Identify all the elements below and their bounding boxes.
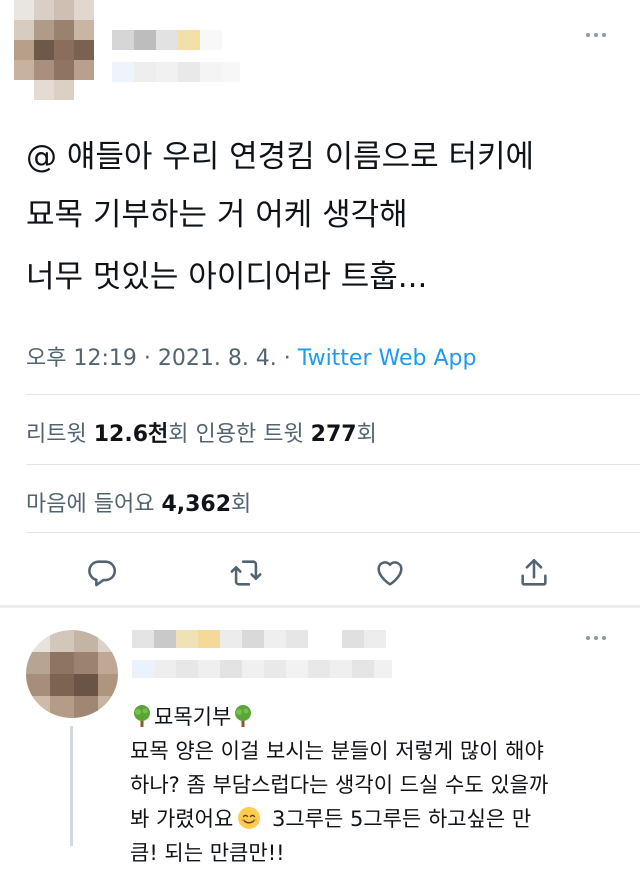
author-name[interactable] (112, 26, 242, 90)
section-divider (0, 605, 640, 608)
reply-text-line: 큼! 되는 만큼만!! (130, 841, 285, 865)
reply-more-options-icon[interactable] (586, 636, 606, 640)
divider (26, 394, 640, 395)
reply-text-segment: 봐 가렸어요 (130, 807, 234, 831)
tree-emoji-icon (130, 704, 154, 728)
retweet-quote-stats: 리트윗 12.6천회 인용한 트윗 277회 (26, 416, 377, 448)
tweet-text-line: 묘목 기부하는 거 어케 생각해 (26, 197, 408, 233)
reply-text-line: 봐 가렸어요 3그루든 5그루든 하고싶은 만 (130, 802, 630, 836)
smile-emoji-icon (237, 806, 261, 830)
tweet-meta: 오후 12:19 · 2021. 8. 4. · Twitter Web App (26, 340, 476, 372)
quotes-count: 277 (310, 422, 357, 447)
tree-emoji-icon (231, 704, 255, 728)
author-avatar[interactable] (14, 0, 106, 100)
reply-icon[interactable] (77, 548, 127, 598)
likes-stats[interactable]: 마음에 들어요 4,362회 (26, 486, 251, 518)
thread-line (70, 726, 73, 846)
share-icon[interactable] (509, 548, 559, 598)
reply-text: 묘목기부 묘목 양은 이걸 보시는 분들이 저렇게 많이 해야 하나? 좀 부담… (130, 700, 630, 870)
retweets-label: 리트윗 (26, 422, 94, 447)
reply-heading: 묘목기부 (154, 705, 232, 729)
tweet-text: @ 얘들아 우리 연경킴 이름으로 터키에 묘목 기부하는 거 어케 생각해 너… (26, 128, 626, 306)
reply-author-avatar[interactable] (26, 630, 118, 718)
divider (26, 464, 640, 465)
divider (26, 532, 640, 533)
likes-count: 4,362 (161, 492, 232, 517)
reply-text-segment: 3그루든 5그루든 하고싶은 만 (265, 807, 532, 831)
reply-text-line: 묘목 양은 이걸 보시는 분들이 저렇게 많이 해야 (130, 739, 544, 763)
retweet-icon[interactable] (221, 548, 271, 598)
quotes-suffix: 회 (356, 422, 377, 447)
tweet-text-line: @ 얘들아 우리 연경킴 이름으로 터키에 (26, 139, 535, 175)
retweets-count: 12.6천 (93, 422, 169, 447)
likes-label: 마음에 들어요 (26, 492, 162, 517)
like-icon[interactable] (365, 548, 415, 598)
more-options-icon[interactable] (586, 33, 606, 37)
retweets-link[interactable]: 리트윗 12.6천회 (26, 422, 195, 447)
tweet-action-bar (0, 548, 640, 598)
quotes-label: 인용한 트윗 (195, 422, 311, 447)
tweet-text-line: 너무 멋있는 아이디어라 트훕... (26, 259, 428, 295)
reply-heading-line: 묘목기부 (130, 700, 630, 734)
tweet-timestamp[interactable]: 오후 12:19 · 2021. 8. 4. · (26, 346, 298, 371)
quotes-link[interactable]: 인용한 트윗 277회 (195, 422, 376, 447)
retweets-suffix: 회 (168, 422, 196, 447)
reply-author-name[interactable] (132, 628, 392, 692)
tweet-source-link[interactable]: Twitter Web App (298, 346, 477, 371)
likes-suffix: 회 (231, 492, 252, 517)
reply-text-line: 하나? 좀 부담스럽다는 생각이 드실 수도 있을까 (130, 773, 549, 797)
